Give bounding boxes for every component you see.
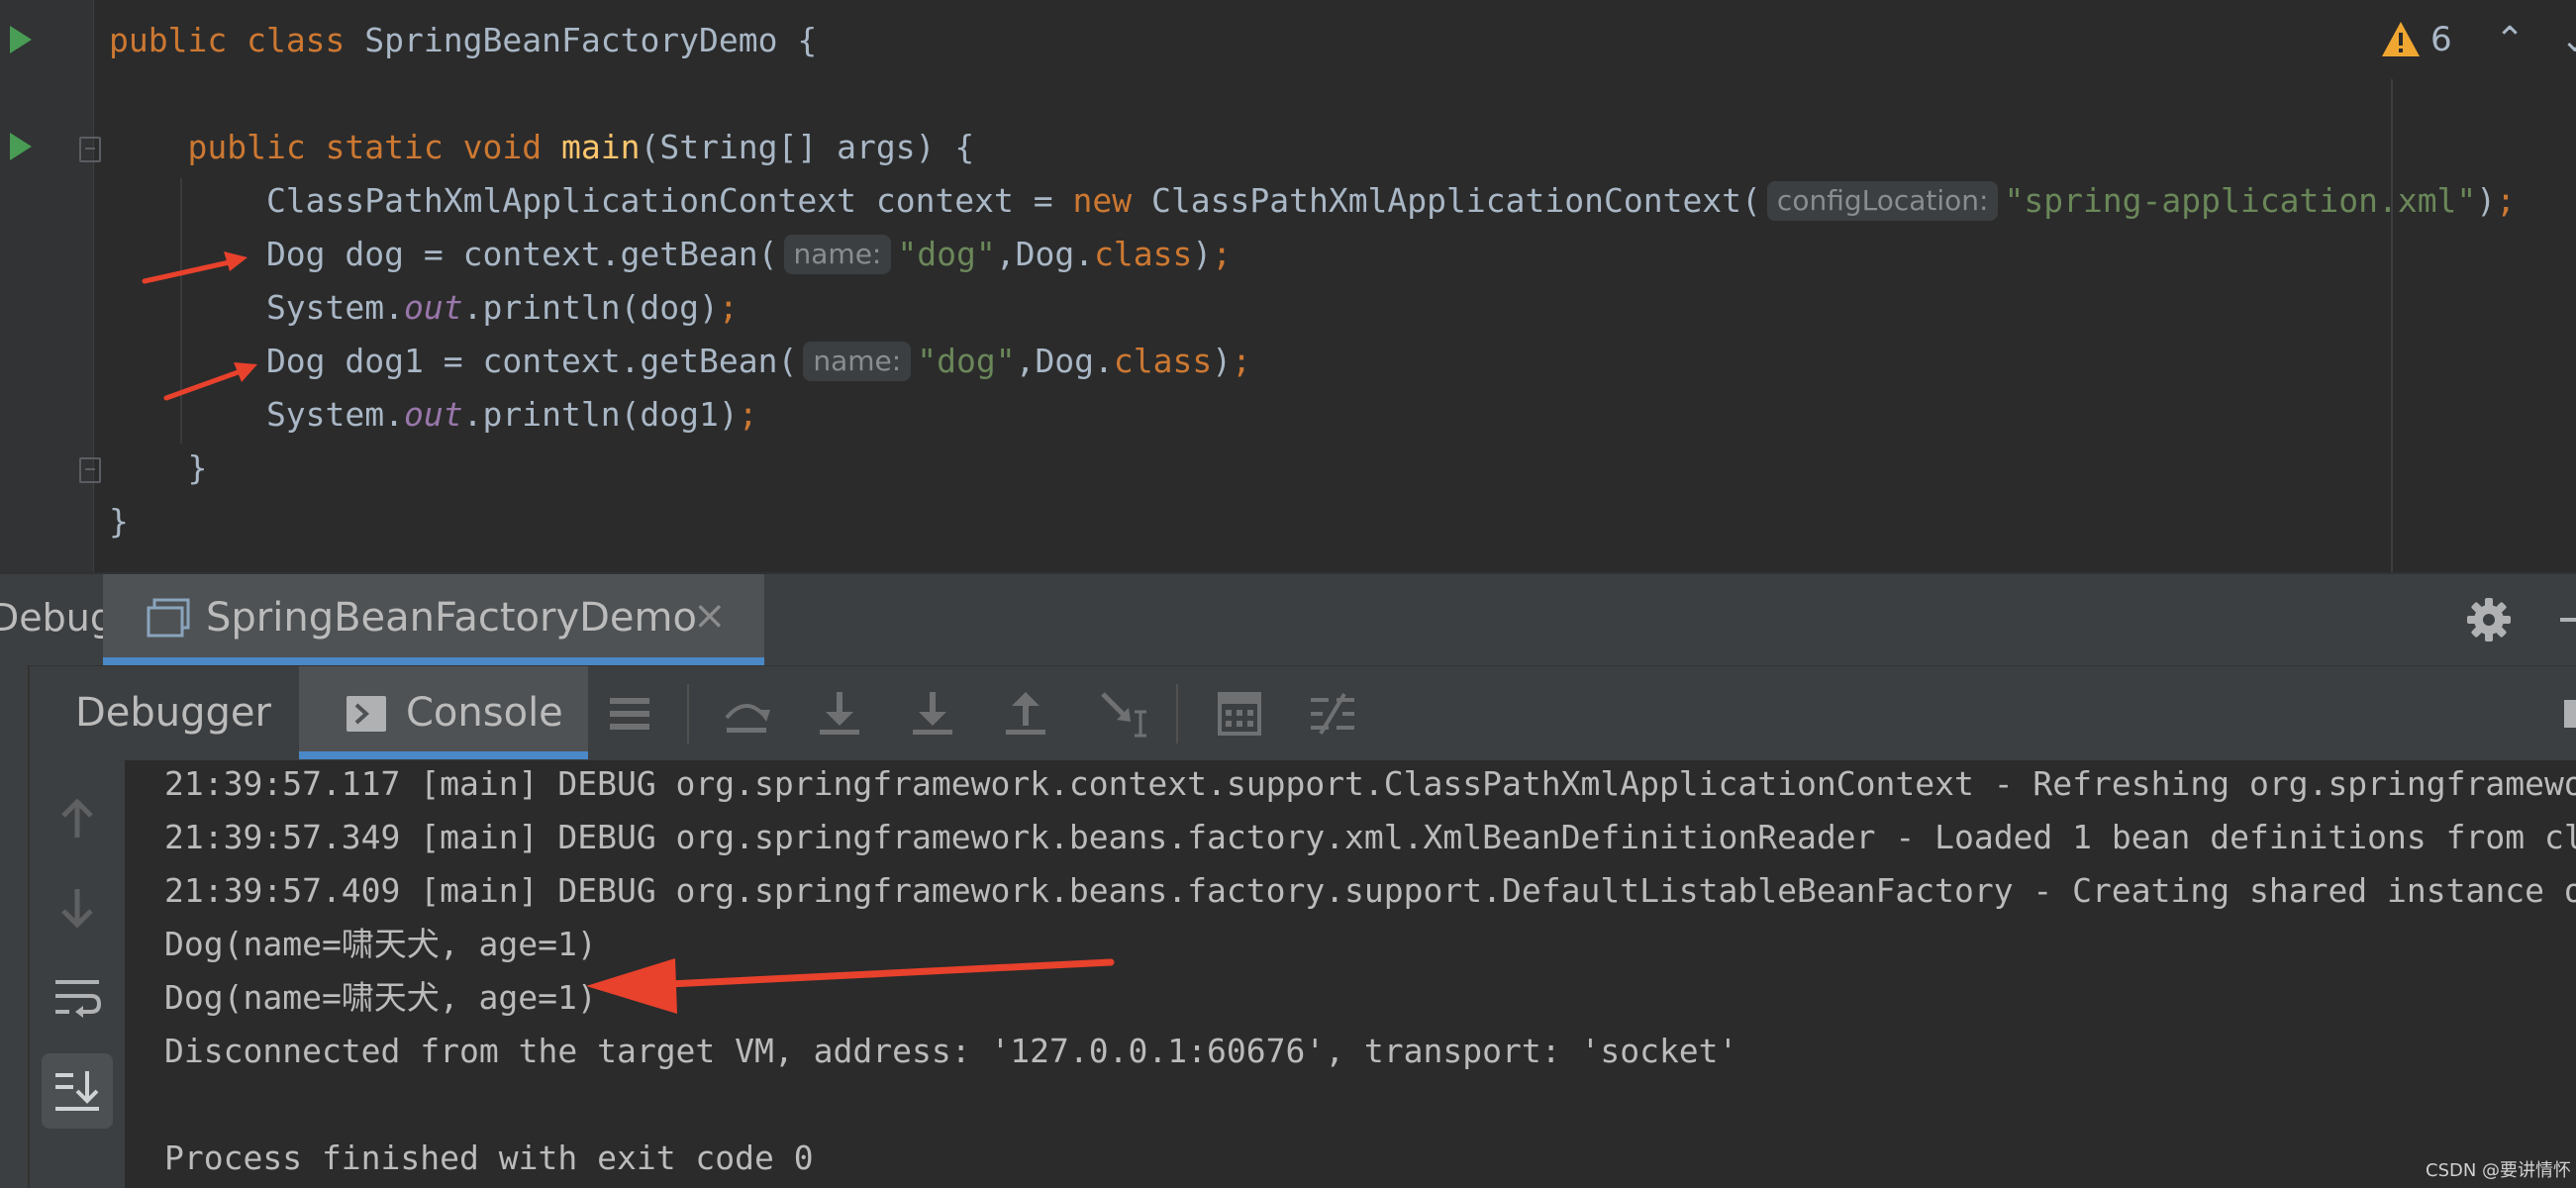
code-token: , [1015,342,1036,380]
trace-icon[interactable] [1307,688,1358,740]
fold-start-icon[interactable] [79,137,101,162]
code-token: ; [1212,235,1233,273]
inspection-widget[interactable]: 6 [2381,8,2452,71]
run-main-icon[interactable] [10,133,32,160]
session-name: SpringBeanFactoryDemo [206,595,697,641]
code-token: ; [1232,342,1252,380]
code-token: .println(dog1) [462,395,739,434]
code-token: void [462,128,561,166]
chevron-down-icon[interactable]: ⌄ [2560,20,2576,60]
code-token: Dog. [1035,342,1114,380]
code-token: ; [2496,181,2517,220]
parameter-hint: name: [783,234,892,274]
code-token: } [109,448,208,487]
code-token: ) [2476,181,2497,220]
console-sidebar [30,760,125,1188]
console-line: 21:39:57.349 [main] DEBUG org.springfram… [164,818,2576,856]
more-options-icon[interactable] [2564,700,2576,728]
soft-wrap-icon[interactable] [51,972,103,1024]
step-out-icon[interactable] [1000,688,1051,740]
fold-end-icon[interactable] [79,457,101,483]
gear-icon[interactable] [2465,596,2513,644]
code-token: ) [1192,235,1213,273]
console-line: Disconnected from the target VM, address… [164,1032,1738,1070]
toolbar-separator [1176,684,1178,743]
layout-menu-icon[interactable] [604,688,655,740]
code-token: SpringBeanFactoryDemo { [364,21,818,59]
code-line: ClassPathXmlApplicationContext context =… [109,174,2516,228]
parameter-hint: configLocation: [1766,180,1999,221]
console-line: Process finished with exit code 0 [164,1138,814,1177]
arrow-up-icon[interactable] [51,792,103,843]
step-into-icon[interactable] [814,688,865,740]
console-icon [347,696,386,732]
editor-gutter[interactable] [0,0,93,572]
code-token: static [325,128,463,166]
code-token: main [560,128,641,166]
parameter-hint: name: [803,341,912,381]
step-over-icon[interactable] [721,688,772,740]
code-token: ClassPathXmlApplicationContext context = [109,181,1073,220]
code-token: (String[] args) { [640,128,975,166]
code-token: out [404,288,463,327]
debug-toolbar: Debugger Console [0,665,2576,760]
code-token: , [995,235,1016,273]
console-line: Dog(name=啸天犬, age=1) [164,978,597,1017]
left-tool-strip [0,665,30,1188]
code-token: public [109,21,248,59]
code-token: class [1113,342,1213,380]
code-token: ClassPathXmlApplicationContext( [1151,181,1761,220]
force-step-into-icon[interactable] [907,688,958,740]
arrow-down-icon[interactable] [51,883,103,935]
code-token: out [404,395,463,434]
code-token: public [187,128,326,166]
gutter-separator [93,0,94,572]
annotation-arrow [586,958,1115,1014]
code-line: } [109,495,129,548]
code-line: public static void main(String[] args) { [109,121,974,174]
code-token: class [247,21,365,59]
session-tab-underline [103,657,764,665]
code-token: Dog. [1015,235,1095,273]
watermark: CSDN @要讲情怀 [2426,1160,2572,1181]
minimize-icon[interactable] [2560,618,2576,622]
code-token: .println(dog) [462,288,719,327]
scroll-to-end-icon [55,1071,99,1111]
console-output[interactable]: 21:39:57.117 [main] DEBUG org.springfram… [125,760,2576,1188]
warning-icon [2382,22,2420,56]
code-token: ) [1212,342,1233,380]
console-line: Dog(name=啸天犬, age=1) [164,925,597,963]
code-token: "dog" [897,235,996,273]
run-class-icon[interactable] [10,26,32,53]
close-icon[interactable]: × [693,586,727,645]
code-token: class [1094,235,1193,273]
window-icon [147,598,190,638]
warning-count: 6 [2430,20,2452,59]
code-line: } [109,442,207,495]
chevron-up-icon[interactable]: ⌃ [2495,20,2525,60]
run-to-cursor-icon[interactable] [1097,688,1148,740]
right-margin-guide [2391,79,2393,572]
code-token: } [109,502,129,541]
annotation-arrow [163,362,257,401]
code-editor[interactable]: public class SpringBeanFactoryDemo { pub… [0,0,2576,572]
code-line: Dog dog = context.getBean(name: "dog",Dog… [109,228,1232,281]
code-token: new [1072,181,1152,220]
code-line: public class SpringBeanFactoryDemo { [109,14,817,67]
console-line: 21:39:57.117 [main] DEBUG org.springfram… [164,764,2576,803]
code-line: Dog dog1 = context.getBean(name: "dog",Do… [109,335,1251,388]
tab-debugger[interactable]: Debugger [50,666,297,759]
code-token: "spring-application.xml" [2004,181,2477,220]
debug-tool-window-header: Debug: SpringBeanFactoryDemo × [0,572,2576,665]
code-token: "dog" [917,342,1016,380]
console-line: 21:39:57.409 [main] DEBUG org.springfram… [164,871,2576,910]
tab-console-label: Console [406,690,563,736]
code-token: ; [738,395,758,434]
code-token: ; [718,288,739,327]
evaluate-expression-icon[interactable] [1214,688,1265,740]
annotation-arrow [142,251,248,284]
toolbar-separator [687,684,689,743]
